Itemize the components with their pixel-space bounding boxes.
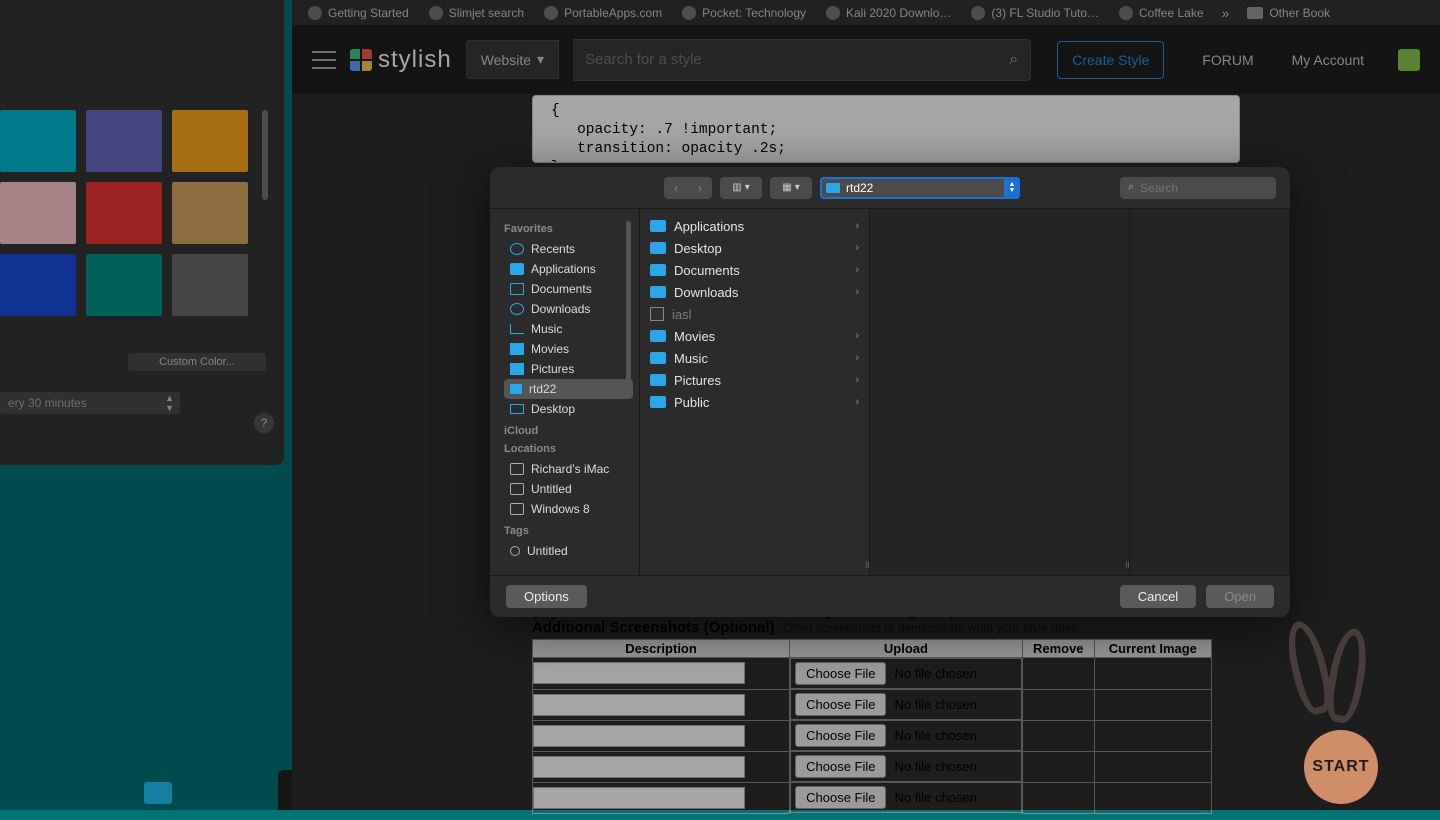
sidebar-icon: [510, 303, 524, 315]
folder-icon: [650, 220, 666, 232]
sidebar-item[interactable]: Recents: [504, 239, 633, 259]
open-button[interactable]: Open: [1206, 585, 1274, 608]
file-dialog-sidebar: Favorites RecentsApplicationsDocumentsDo…: [490, 209, 640, 575]
sidebar-icon: [510, 263, 524, 275]
column-resize-handle[interactable]: ॥: [1124, 557, 1128, 571]
chevron-down-icon: ▾: [745, 182, 750, 193]
file-item[interactable]: Applications›: [640, 215, 869, 237]
file-open-dialog: ‹ › ▥▾ ▦▾ rtd22 ▲▼ ⌕ Favorites RecentsAp…: [490, 167, 1290, 617]
file-item[interactable]: Downloads›: [640, 281, 869, 303]
folder-icon: [650, 242, 666, 254]
folder-icon: [650, 286, 666, 298]
sidebar-icon: [510, 324, 524, 334]
sidebar-group-icloud: iCloud: [504, 425, 633, 437]
sidebar-item[interactable]: Applications: [504, 259, 633, 279]
start-label: START: [1312, 758, 1369, 776]
options-button[interactable]: Options: [506, 585, 587, 608]
chevron-down-icon: ▾: [795, 182, 800, 193]
file-item[interactable]: Public›: [640, 391, 869, 413]
file-item[interactable]: Desktop›: [640, 237, 869, 259]
sidebar-icon: [510, 483, 524, 495]
sidebar-item[interactable]: rtd22: [504, 379, 633, 399]
chevron-right-icon: ›: [855, 220, 859, 232]
file-item[interactable]: Pictures›: [640, 369, 869, 391]
file-column-3: [1130, 209, 1290, 575]
sidebar-item[interactable]: Richard's iMac: [504, 459, 633, 479]
sidebar-scrollbar[interactable]: [626, 221, 631, 381]
sidebar-icon: [510, 283, 524, 295]
sidebar-item[interactable]: Downloads: [504, 299, 633, 319]
sidebar-icon: [510, 384, 522, 394]
file-item[interactable]: Music›: [640, 347, 869, 369]
path-label: rtd22: [846, 181, 873, 195]
sidebar-icon: [510, 363, 524, 375]
chevron-right-icon: ›: [855, 396, 859, 408]
chevron-right-icon: ›: [855, 264, 859, 276]
path-dropdown[interactable]: rtd22 ▲▼: [820, 177, 1020, 199]
file-dialog-search[interactable]: ⌕: [1120, 177, 1276, 199]
file-dialog-search-input[interactable]: [1140, 181, 1268, 195]
sidebar-icon: [510, 343, 524, 355]
updown-icon: ▲▼: [1004, 177, 1020, 199]
nav-forward-button[interactable]: ›: [688, 177, 712, 199]
file-dialog-footer: Options Cancel Open: [490, 575, 1290, 617]
nav-back-button[interactable]: ‹: [664, 177, 688, 199]
sidebar-icon: [510, 243, 524, 255]
bunny-ear-icon: [1322, 626, 1372, 725]
column-resize-handle[interactable]: ॥: [864, 557, 868, 571]
chevron-right-icon: ›: [855, 352, 859, 364]
chevron-right-icon: ›: [855, 374, 859, 386]
folder-icon: [650, 352, 666, 364]
grid-icon: ▦: [782, 182, 791, 193]
cancel-button[interactable]: Cancel: [1120, 585, 1196, 608]
file-icon: [650, 307, 664, 321]
sidebar-item[interactable]: Movies: [504, 339, 633, 359]
file-item[interactable]: iasl: [640, 303, 869, 325]
sidebar-item[interactable]: Windows 8: [504, 499, 633, 519]
chevron-right-icon: ›: [855, 330, 859, 342]
sidebar-item[interactable]: Untitled: [504, 479, 633, 499]
start-mascot[interactable]: START: [1266, 620, 1416, 820]
sidebar-icon: [510, 503, 524, 515]
sidebar-group-locations: Locations: [504, 443, 633, 455]
sidebar-icon: [510, 463, 524, 475]
sidebar-item[interactable]: Documents: [504, 279, 633, 299]
sidebar-item[interactable]: Desktop: [504, 399, 633, 419]
search-icon: ⌕: [1128, 181, 1134, 194]
file-dialog-toolbar: ‹ › ▥▾ ▦▾ rtd22 ▲▼ ⌕: [490, 167, 1290, 209]
chevron-right-icon: ›: [855, 242, 859, 254]
sidebar-item[interactable]: Untitled: [504, 541, 633, 561]
sidebar-group-tags: Tags: [504, 525, 633, 537]
file-item[interactable]: Documents›: [640, 259, 869, 281]
columns-icon: ▥: [732, 182, 741, 193]
file-item[interactable]: Movies›: [640, 325, 869, 347]
columns-view-button[interactable]: ▥▾: [720, 177, 762, 199]
file-dialog-columns: Applications›Desktop›Documents›Downloads…: [640, 209, 1290, 575]
folder-icon: [650, 330, 666, 342]
sidebar-icon: [510, 404, 524, 414]
chevron-right-icon: ›: [855, 286, 859, 298]
sidebar-item[interactable]: Music: [504, 319, 633, 339]
file-column-1: Applications›Desktop›Documents›Downloads…: [640, 209, 870, 575]
sidebar-icon: [510, 546, 520, 556]
grid-group-button[interactable]: ▦▾: [770, 177, 812, 199]
folder-icon: [650, 374, 666, 386]
folder-icon: [650, 396, 666, 408]
folder-icon: [650, 264, 666, 276]
sidebar-item[interactable]: Pictures: [504, 359, 633, 379]
file-column-2: ॥: [870, 209, 1130, 575]
folder-icon: [826, 183, 840, 193]
sidebar-group-favorites: Favorites: [504, 223, 633, 235]
